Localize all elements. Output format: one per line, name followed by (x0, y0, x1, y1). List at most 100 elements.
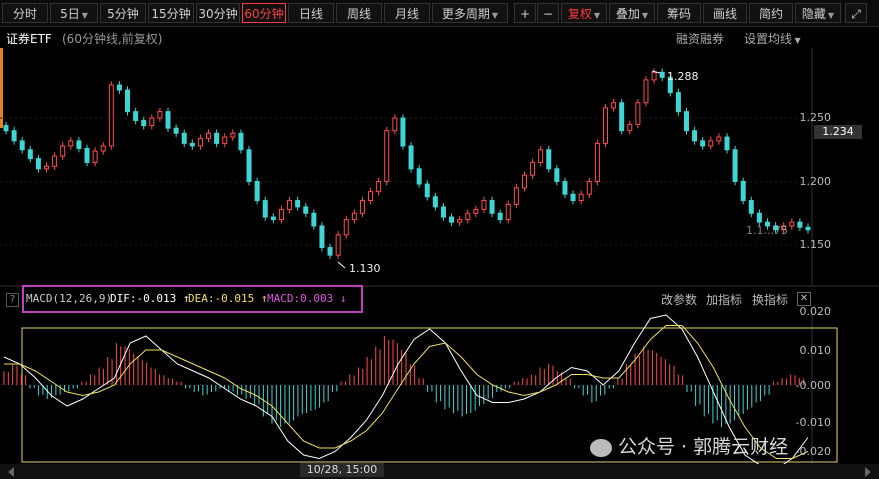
candle-body (651, 71, 657, 81)
candle-body (457, 219, 463, 223)
candle-body (675, 92, 681, 113)
candle-body (432, 196, 438, 208)
candle-body (538, 149, 544, 163)
candle-body (287, 200, 293, 210)
price-tick-2: 1.200 (799, 175, 832, 188)
dif-legend: DIF:-0.013 ↑ (110, 292, 190, 305)
candle-body (708, 140, 714, 147)
candle-body (254, 181, 260, 202)
candle-body (732, 149, 738, 182)
candle-body (246, 149, 252, 182)
dif-value: -0.013 (136, 292, 177, 305)
candle-body (214, 132, 220, 144)
candle-body (481, 200, 487, 210)
candle-body (546, 149, 552, 170)
candle-body (108, 84, 114, 147)
price-tick-3: 1.150 (799, 238, 832, 251)
candle-body (92, 150, 98, 163)
candle-body (311, 212, 317, 227)
candle-body (343, 219, 349, 236)
add-indicator-button[interactable]: 加指标 (706, 291, 742, 308)
low-price-label: 1.130 (349, 262, 381, 275)
candle-body (335, 234, 341, 256)
candle-body (44, 165, 50, 170)
macd-tick-3: -0.000 (795, 379, 831, 392)
candle-body (189, 142, 195, 147)
candle-body (11, 130, 17, 142)
candle-body (627, 123, 633, 132)
price-tick-1: 1.250 (799, 111, 832, 124)
candle-body (789, 221, 795, 227)
candle-body (125, 89, 131, 113)
candle-body (368, 191, 374, 202)
candle-body (165, 111, 171, 129)
candle-body (206, 132, 212, 139)
time-scrollbar[interactable] (0, 464, 879, 479)
candle-body (594, 142, 600, 182)
candle-body (554, 168, 560, 183)
help-icon[interactable]: ? (6, 293, 19, 307)
high-price-label: 1.288 (667, 70, 699, 83)
candle-body (416, 168, 422, 185)
candle-body (635, 102, 641, 125)
ma-value-overlap: 1.1...75 (746, 224, 788, 237)
candle-body (513, 187, 519, 205)
candle-body (222, 136, 228, 144)
close-icon[interactable]: ✕ (797, 292, 811, 306)
macd-label: MACD: (267, 292, 301, 305)
candle-body (740, 181, 746, 202)
candle-body (238, 132, 244, 151)
candle-body (3, 125, 9, 132)
candle-body (262, 200, 268, 218)
low-marker-line (337, 261, 346, 269)
macd-tick-1: 0.020 (799, 305, 832, 318)
candle-body (19, 140, 25, 151)
candle-body (76, 140, 82, 149)
candle-body (797, 221, 803, 228)
candle-body (424, 183, 430, 198)
candle-body (643, 79, 649, 104)
candle-body (586, 181, 592, 195)
candle-body (68, 140, 74, 147)
wechat-icon (590, 438, 612, 457)
candle-body (27, 149, 33, 160)
candle-body (521, 174, 527, 189)
candle-body (376, 181, 382, 193)
candle-body (100, 145, 106, 152)
time-cursor-label: 10/28, 15:00 (300, 463, 384, 477)
candle-body (351, 212, 357, 221)
macd-value: 0.003 (300, 292, 334, 305)
candle-body (327, 247, 333, 256)
candle-body (805, 226, 811, 231)
candle-body (602, 107, 608, 144)
candle-body (197, 137, 203, 147)
candle-body (133, 111, 139, 122)
candle-body (181, 132, 187, 144)
candle-body (84, 147, 90, 163)
candle-body (473, 208, 479, 214)
candle-body (505, 203, 511, 221)
chart-canvas[interactable] (0, 0, 879, 479)
macd-tick-2: 0.010 (799, 344, 832, 357)
change-params-button[interactable]: 改参数 (661, 291, 697, 308)
down-arrow-icon: ↓ (339, 292, 347, 305)
candle-body (392, 117, 398, 132)
candle-body (683, 111, 689, 132)
candle-body (157, 111, 163, 119)
candle-body (497, 212, 503, 221)
candlestick-series (3, 68, 811, 259)
candle-body (60, 145, 66, 157)
dea-value: -0.015 (214, 292, 255, 305)
candle-body (35, 158, 41, 170)
candle-body (748, 200, 754, 214)
candle-body (52, 155, 58, 167)
candle-body (449, 216, 455, 223)
candle-body (465, 212, 471, 221)
candle-body (400, 117, 406, 147)
candle-body (149, 117, 155, 127)
candle-body (408, 145, 414, 170)
candle-body (611, 102, 617, 109)
candle-body (141, 120, 147, 127)
current-price-badge: 1.234 (814, 125, 862, 139)
candle-body (173, 127, 179, 134)
